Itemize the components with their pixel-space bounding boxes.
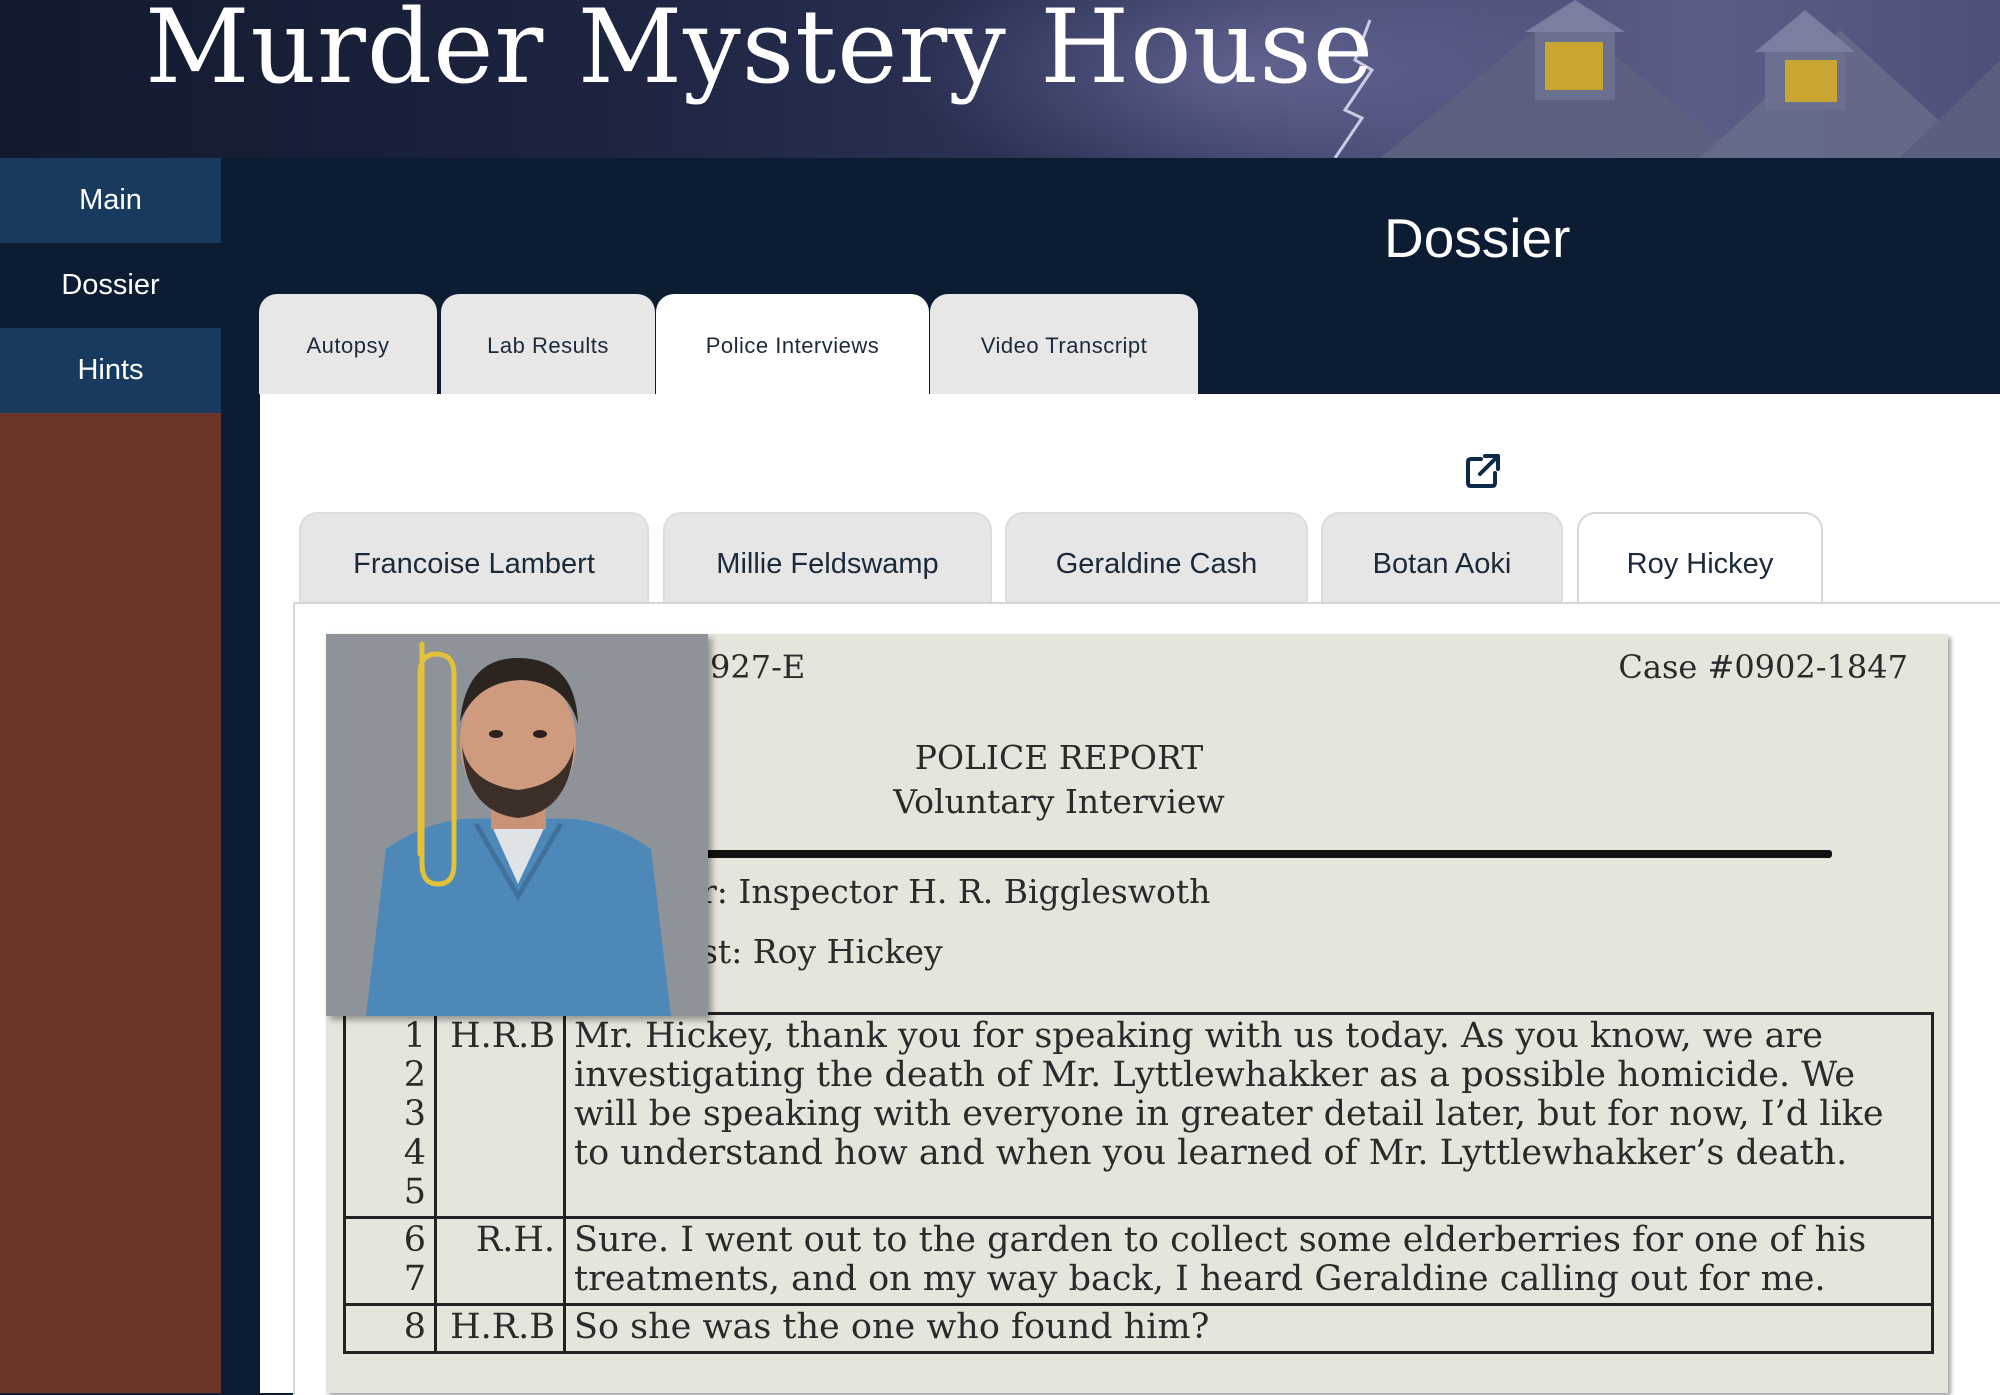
line-numbers: 6 7 <box>343 1216 437 1306</box>
suspect-tab-roy-hickey[interactable]: Roy Hickey <box>1577 512 1823 606</box>
form-number: 927-E <box>710 648 806 686</box>
line-number: 6 <box>403 1220 426 1260</box>
sidebar-item-main[interactable]: Main <box>0 158 221 243</box>
statement: Mr. Hickey, thank you for speaking with … <box>563 1012 1934 1219</box>
line-number: 8 <box>403 1307 426 1347</box>
suspect-tab-francoise-lambert[interactable]: Francoise Lambert <box>299 512 649 606</box>
tab-lab-results[interactable]: Lab Results <box>441 294 655 394</box>
table-row: 1 2 3 4 5 H.R.B Mr. Hickey, thank you fo… <box>343 1012 1934 1219</box>
tab-video-transcript[interactable]: Video Transcript <box>930 294 1198 394</box>
speaker: H.R.B <box>434 1303 566 1354</box>
sidebar-item-dossier[interactable]: Dossier <box>0 243 221 328</box>
interviewee-line: st: Roy Hickey <box>701 932 943 971</box>
case-number: Case #0902-1847 <box>1618 648 1908 686</box>
external-link-icon[interactable] <box>1463 451 1503 491</box>
line-number: 2 <box>403 1055 426 1095</box>
line-number: 4 <box>403 1133 426 1173</box>
suspect-photo <box>326 634 708 1016</box>
speaker: R.H. <box>434 1216 566 1306</box>
sidebar-item-hints[interactable]: Hints <box>0 328 221 413</box>
line-number: 5 <box>403 1172 426 1212</box>
line-numbers: 1 2 3 4 5 <box>343 1012 437 1219</box>
table-row: 6 7 R.H. Sure. I went out to the garden … <box>343 1216 1934 1306</box>
statement: Sure. I went out to the garden to collec… <box>563 1216 1934 1306</box>
tab-police-interviews[interactable]: Police Interviews <box>656 294 929 394</box>
line-number: 3 <box>403 1094 426 1134</box>
tab-autopsy[interactable]: Autopsy <box>259 294 437 394</box>
suspect-tab-botan-aoki[interactable]: Botan Aoki <box>1321 512 1563 606</box>
suspect-tab-geraldine-cash[interactable]: Geraldine Cash <box>1005 512 1308 606</box>
page-title: Dossier <box>1384 207 1571 269</box>
line-number: 7 <box>403 1259 426 1299</box>
suspect-tab-millie-feldswamp[interactable]: Millie Feldswamp <box>663 512 992 606</box>
portrait-illustration <box>326 634 708 1016</box>
statement: So she was the one who found him? <box>563 1303 1934 1354</box>
line-number: 1 <box>403 1016 426 1056</box>
header-banner: Murder Mystery House <box>0 0 2000 158</box>
divider <box>696 850 1832 858</box>
line-numbers: 8 <box>343 1303 437 1354</box>
sidebar: Main Dossier Hints <box>0 158 221 1393</box>
transcript-table: 1 2 3 4 5 H.R.B Mr. Hickey, thank you fo… <box>343 1012 1934 1354</box>
table-row: 8 H.R.B So she was the one who found him… <box>343 1303 1934 1354</box>
site-title: Murder Mystery House <box>145 0 1375 107</box>
speaker: H.R.B <box>434 1012 566 1219</box>
investigator-line: r: Inspector H. R. Biggleswoth <box>701 872 1211 911</box>
